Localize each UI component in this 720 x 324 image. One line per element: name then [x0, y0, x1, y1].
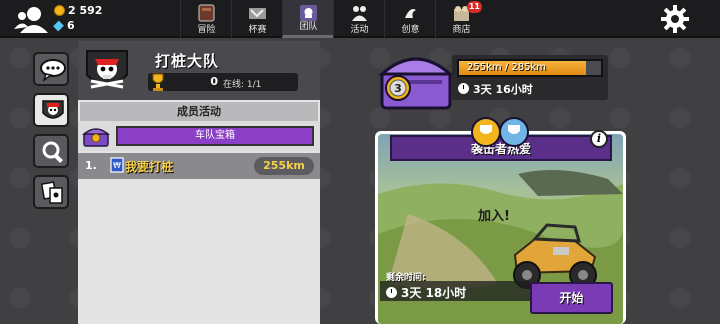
- online-status: 在线: 1/1: [223, 80, 262, 90]
- notification-badge: 11: [466, 1, 482, 13]
- tab-label: 冒险: [197, 25, 216, 35]
- trophy-count: 0: [210, 75, 218, 88]
- side-item-team[interactable]: [33, 93, 69, 127]
- coin-value: 2 592: [68, 4, 103, 17]
- tab-label: 创意: [401, 25, 420, 35]
- chest-level: 3: [394, 82, 402, 95]
- list-item[interactable]: 1. ₩ 我要打桩 255km: [78, 153, 320, 179]
- tab-label: 商店: [452, 25, 471, 35]
- side-item-cards[interactable]: [33, 175, 69, 209]
- tab-creative[interactable]: 创意: [384, 0, 435, 38]
- tab-shop[interactable]: 商店 11: [435, 0, 486, 38]
- team-logo: [86, 50, 128, 89]
- cup-icon: [249, 8, 266, 19]
- team-chest-row[interactable]: 车队宝箱: [78, 121, 320, 151]
- chest-icon: [82, 128, 110, 147]
- map-icon: [198, 4, 215, 22]
- side-item-search[interactable]: [33, 134, 69, 168]
- chat-icon: [40, 59, 66, 82]
- tab-event[interactable]: 活动: [333, 0, 384, 38]
- start-button[interactable]: 开始: [530, 282, 613, 314]
- profile-icon[interactable]: [14, 5, 48, 33]
- gem-balance: 6: [53, 19, 75, 32]
- event-trophies-icon: [471, 117, 529, 147]
- gear-icon[interactable]: [660, 4, 690, 34]
- tab-label: 团队: [299, 22, 318, 32]
- event-icon: [352, 6, 367, 21]
- info-icon[interactable]: i: [590, 130, 608, 148]
- gem-icon: [53, 20, 64, 32]
- tab-team[interactable]: 团队: [282, 0, 333, 38]
- side-item-chat[interactable]: [33, 52, 69, 86]
- cards-icon: [40, 181, 63, 204]
- remaining-time: 3天 18小时: [386, 284, 466, 301]
- search-icon: [42, 141, 63, 163]
- coin-icon: [54, 5, 65, 16]
- tab-label: 杯赛: [248, 25, 267, 35]
- chest-progress-text: 255km / 285km: [467, 62, 546, 73]
- team-emblem-icon: [42, 100, 64, 119]
- team-chest-label: 车队宝箱: [116, 126, 314, 146]
- section-title: 成员活动: [80, 102, 318, 121]
- main-tabs: 冒险 杯赛 团队 活动 创意 商店 11: [180, 0, 486, 38]
- trophy-icon: [152, 73, 164, 91]
- rank-number: 1.: [85, 159, 97, 172]
- team-chest-icon[interactable]: 3: [376, 44, 456, 116]
- coin-balance: 2 592: [54, 4, 102, 17]
- member-activity-panel: 成员活动 车队宝箱 1. ₩ 我要打桩 255km: [78, 100, 320, 324]
- chest-progress-panel: 255km / 285km 3天 16小时: [452, 55, 608, 100]
- chest-progress-track: 255km / 285km: [457, 59, 603, 77]
- team-header: 打桩大队: [78, 41, 320, 100]
- svg-text:₩: ₩: [113, 161, 121, 170]
- clock-icon: [386, 287, 397, 298]
- top-bar: 2 592 6 冒险 杯赛 团队 活动 创意 商店 11: [0, 0, 720, 38]
- member-rank-icon: ₩: [110, 157, 124, 173]
- tab-adventure[interactable]: 冒险: [180, 0, 231, 38]
- member-distance: 255km: [254, 157, 314, 175]
- clock-icon: [458, 83, 469, 94]
- team-name: 打桩大队: [155, 52, 220, 70]
- tab-label: 活动: [350, 25, 369, 35]
- remaining-time-text: 3天 18小时: [401, 286, 467, 300]
- creative-icon: [405, 9, 416, 18]
- side-nav: [33, 52, 73, 216]
- gem-value: 6: [67, 19, 75, 32]
- member-name: 我要打桩: [125, 160, 174, 174]
- chest-timer: 3天 16小时: [458, 81, 533, 97]
- tab-cup[interactable]: 杯赛: [231, 0, 282, 38]
- chest-timer-text: 3天 16小时: [473, 83, 533, 96]
